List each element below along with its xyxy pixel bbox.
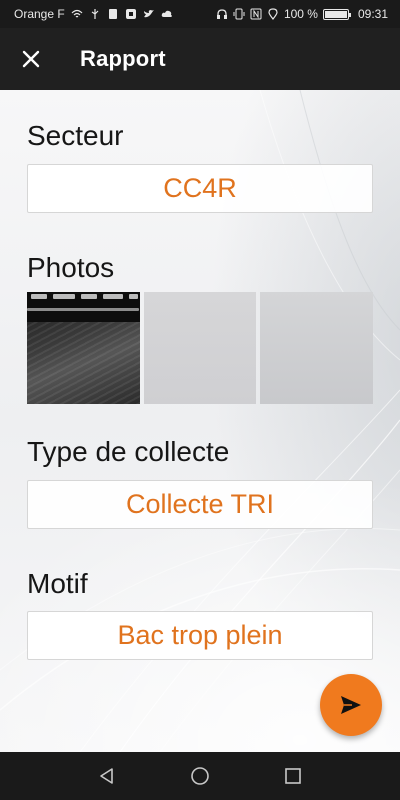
home-button[interactable] [176, 752, 224, 800]
app-bar: Rapport [0, 28, 400, 90]
back-button[interactable] [83, 752, 131, 800]
photo-placeholder[interactable] [260, 292, 374, 404]
twitter-icon [143, 10, 154, 18]
wifi-icon [71, 9, 83, 18]
send-icon [341, 696, 361, 714]
type-collecte-label: Type de collecte [27, 436, 230, 467]
photo-thumbnail[interactable] [27, 292, 140, 404]
motif-label: Motif [27, 568, 88, 599]
close-button[interactable] [0, 28, 62, 90]
secteur-field[interactable]: CC4R [27, 164, 373, 213]
report-form[interactable]: Secteur CC4R Photos Type de collecte Col… [0, 90, 400, 752]
app-icon [125, 9, 136, 19]
battery-icon [322, 8, 351, 20]
battery-percent: 100 % [283, 7, 318, 21]
secteur-label: Secteur [27, 120, 124, 151]
close-icon [22, 50, 40, 68]
cloud-icon [161, 10, 172, 17]
location-icon [268, 8, 278, 20]
page-title: Rapport [80, 46, 166, 71]
navigation-bar [0, 752, 400, 800]
usb-icon [91, 9, 99, 19]
type-collecte-field[interactable]: Collecte TRI [27, 480, 373, 529]
home-icon [191, 767, 209, 785]
keyboard-image [27, 292, 140, 322]
carrier-label: Orange F [14, 7, 65, 21]
clock: 09:31 [357, 7, 388, 21]
nfc-icon [250, 8, 262, 20]
back-icon [99, 768, 113, 784]
photo-placeholder[interactable] [143, 292, 257, 404]
photos-gallery [27, 292, 374, 404]
vibrate-icon [233, 8, 245, 20]
headset-icon [216, 9, 227, 19]
recents-button[interactable] [269, 752, 317, 800]
status-bar: Orange F 100 % 09:31 [0, 0, 400, 28]
send-button[interactable] [320, 674, 382, 736]
recents-icon [285, 768, 302, 784]
motif-field[interactable]: Bac trop plein [27, 611, 373, 660]
photos-label: Photos [27, 252, 115, 283]
sim-icon [108, 9, 117, 19]
